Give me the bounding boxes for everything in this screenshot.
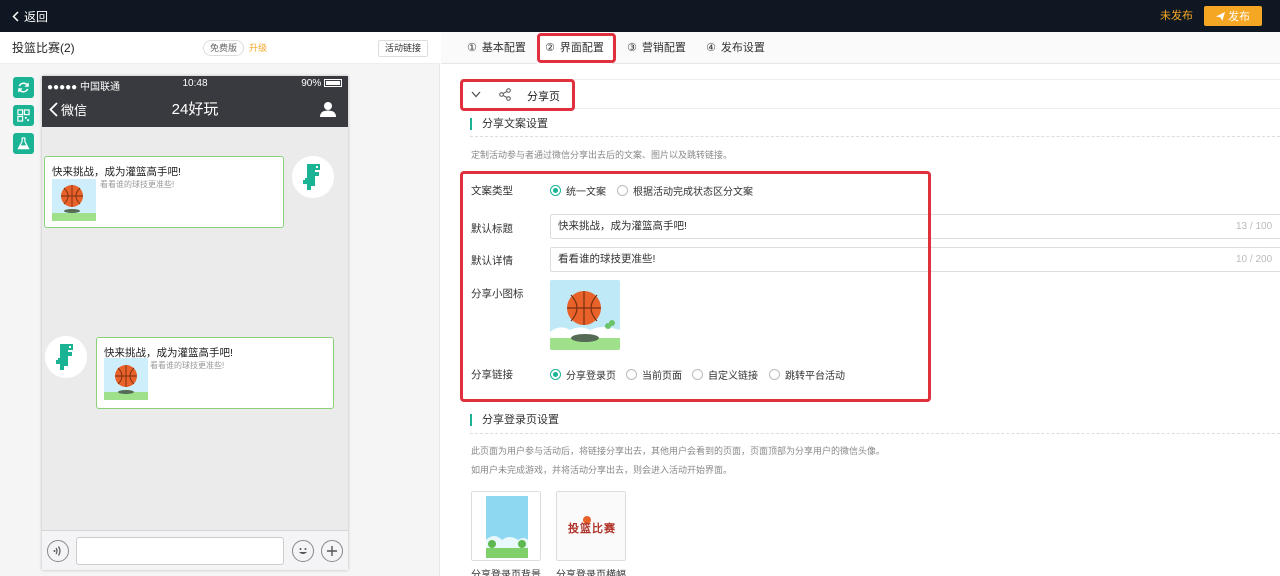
status-bar: ●●●●● 中国联通 10:48 90% [42, 76, 348, 93]
chevron-left-icon [12, 10, 19, 22]
config-panel: ① 基本配置 ② 界面配置 ③ 营销配置 ④ 发布设置 分享页 分享文案设置 定制活动参… [441, 32, 1280, 576]
chevron-down-icon[interactable] [471, 91, 481, 98]
share-page-title: 分享页 [527, 91, 560, 103]
message-thumbnail [104, 358, 148, 400]
login-background-caption: 分享登录页背景 [471, 570, 541, 576]
plus-icon [327, 546, 337, 556]
login-background-upload[interactable] [471, 491, 541, 561]
message-thumbnail [52, 179, 96, 221]
basketball-image [104, 358, 148, 400]
link-platform-radio[interactable]: 跳转平台活动 [769, 367, 845, 382]
back-button[interactable]: 返回 [12, 0, 48, 32]
copy-section-title: 分享文案设置 [470, 118, 548, 130]
login-banner-caption: 分享登录页横幅 [556, 570, 626, 576]
top-bar: 返回 未发布 发布 [0, 0, 1280, 32]
share-link-label: 分享链接 [471, 369, 513, 381]
share-icon [499, 88, 511, 101]
activity-link-button[interactable]: 活动链接 [378, 40, 429, 57]
tab-interface[interactable]: ② 界面配置 [537, 32, 612, 64]
test-tool-button[interactable] [13, 133, 34, 154]
tab-label: 发布设置 [720, 42, 765, 54]
refresh-icon [18, 82, 29, 93]
publish-button[interactable]: 发布 [1204, 6, 1262, 26]
copy-hint: 定制活动参与者通过微信分享出去后的文案、图片以及跳转链接。 [471, 150, 733, 160]
preview-panel: 投篮比赛(2) 免费版 升级 活动链接 ●●●●● 中国联通 10:48 90%… [0, 32, 440, 576]
user-icon[interactable] [320, 101, 336, 117]
login-hint-2: 如用户未完成游戏，并将活动分享出去，则会进入活动开始界面。 [471, 465, 733, 475]
game-title: 投篮比赛(2) [12, 41, 75, 55]
login-hint-1: 此页面为用户参与活动后，将链接分享出去，其他用户会看到的页面，页面顶部为分享用户… [471, 446, 886, 456]
detail-char-count: 10 / 200 [1236, 254, 1273, 265]
divider [470, 136, 1280, 137]
voice-button[interactable] [47, 540, 69, 562]
default-detail-label: 默认详情 [471, 255, 513, 267]
qrcode-tool-button[interactable] [13, 105, 34, 126]
flask-icon [17, 137, 30, 150]
divider [470, 433, 1280, 434]
radio-dot [626, 369, 637, 380]
battery-level: 90% [301, 78, 342, 89]
title-char-count: 13 / 100 [1236, 221, 1273, 232]
copy-type-by-status-radio[interactable]: 根据活动完成状态区分文案 [617, 183, 753, 198]
plan-badge: 免费版 [203, 40, 245, 56]
battery-icon [324, 79, 342, 88]
preview-header: 投篮比赛(2) 免费版 升级 活动链接 [0, 32, 440, 64]
background-image [472, 492, 540, 560]
radio-dot [692, 369, 703, 380]
more-button[interactable] [321, 540, 343, 562]
phone-preview: ●●●●● 中国联通 10:48 90% 微信 24好玩 快来挑战，成为灌篮高手… [42, 76, 348, 570]
upgrade-link[interactable]: 升级 [249, 40, 267, 56]
login-section-title: 分享登录页设置 [470, 414, 559, 426]
publish-status: 未发布 [1160, 10, 1193, 22]
dino-avatar-image [292, 156, 334, 198]
default-title-label: 默认标题 [471, 223, 513, 235]
message-desc: 看看谁的球技更准些! [100, 180, 175, 189]
avatar [292, 156, 334, 198]
share-icon-label: 分享小图标 [471, 288, 524, 300]
radio-dot [550, 185, 561, 196]
share-card-message[interactable]: 快来挑战，成为灌篮高手吧! 看看谁的球技更准些! [44, 156, 284, 228]
voice-icon [53, 546, 61, 556]
radio-dot [617, 185, 628, 196]
default-title-input[interactable]: 快来挑战，成为灌篮高手吧! [550, 214, 1280, 239]
tab-publish[interactable]: ④ 发布设置 [706, 32, 765, 64]
default-detail-input[interactable]: 看看谁的球技更准些! [550, 247, 1280, 272]
radio-dot [550, 369, 561, 380]
share-card-message[interactable]: 快来挑战，成为灌篮高手吧! 看看谁的球技更准些! [96, 337, 334, 409]
tab-basic[interactable]: ① 基本配置 [467, 32, 526, 64]
share-page-header [460, 79, 1280, 109]
emoji-button[interactable] [292, 540, 314, 562]
back-label: 返回 [24, 9, 49, 24]
config-tabs: ① 基本配置 ② 界面配置 ③ 营销配置 ④ 发布设置 [441, 32, 1280, 64]
link-current-page-radio[interactable]: 当前页面 [626, 367, 682, 382]
message-title: 快来挑战，成为灌篮高手吧! [52, 166, 181, 178]
share-icon-upload[interactable] [550, 280, 620, 350]
message-desc: 看看谁的球技更准些! [150, 361, 225, 370]
chat-input-bar [42, 530, 348, 570]
link-login-page-radio[interactable]: 分享登录页 [550, 367, 616, 382]
wechat-navbar: 微信 24好玩 [42, 92, 348, 127]
radio-dot [769, 369, 780, 380]
qrcode-icon [17, 109, 30, 122]
tab-label: 界面配置 [559, 42, 604, 54]
tab-label: 营销配置 [641, 42, 686, 54]
chat-input[interactable] [76, 537, 284, 565]
refresh-tool-button[interactable] [13, 77, 34, 98]
copy-type-unified-radio[interactable]: 统一文案 [550, 183, 606, 198]
tab-marketing[interactable]: ③ 营销配置 [627, 32, 686, 64]
send-icon [1216, 11, 1225, 21]
publish-label: 发布 [1228, 11, 1250, 23]
tab-label: 基本配置 [481, 42, 526, 54]
dino-avatar-image [45, 336, 87, 378]
basketball-image [550, 280, 620, 350]
copy-type-label: 文案类型 [471, 185, 513, 197]
emoji-icon [299, 548, 307, 554]
login-banner-upload[interactable]: 投篮比赛 [556, 491, 626, 561]
basketball-image [52, 179, 96, 221]
banner-title: 投篮比赛 [568, 523, 616, 535]
chat-title: 24好玩 [171, 101, 219, 118]
link-custom-radio[interactable]: 自定义链接 [692, 367, 758, 382]
avatar [45, 336, 87, 378]
